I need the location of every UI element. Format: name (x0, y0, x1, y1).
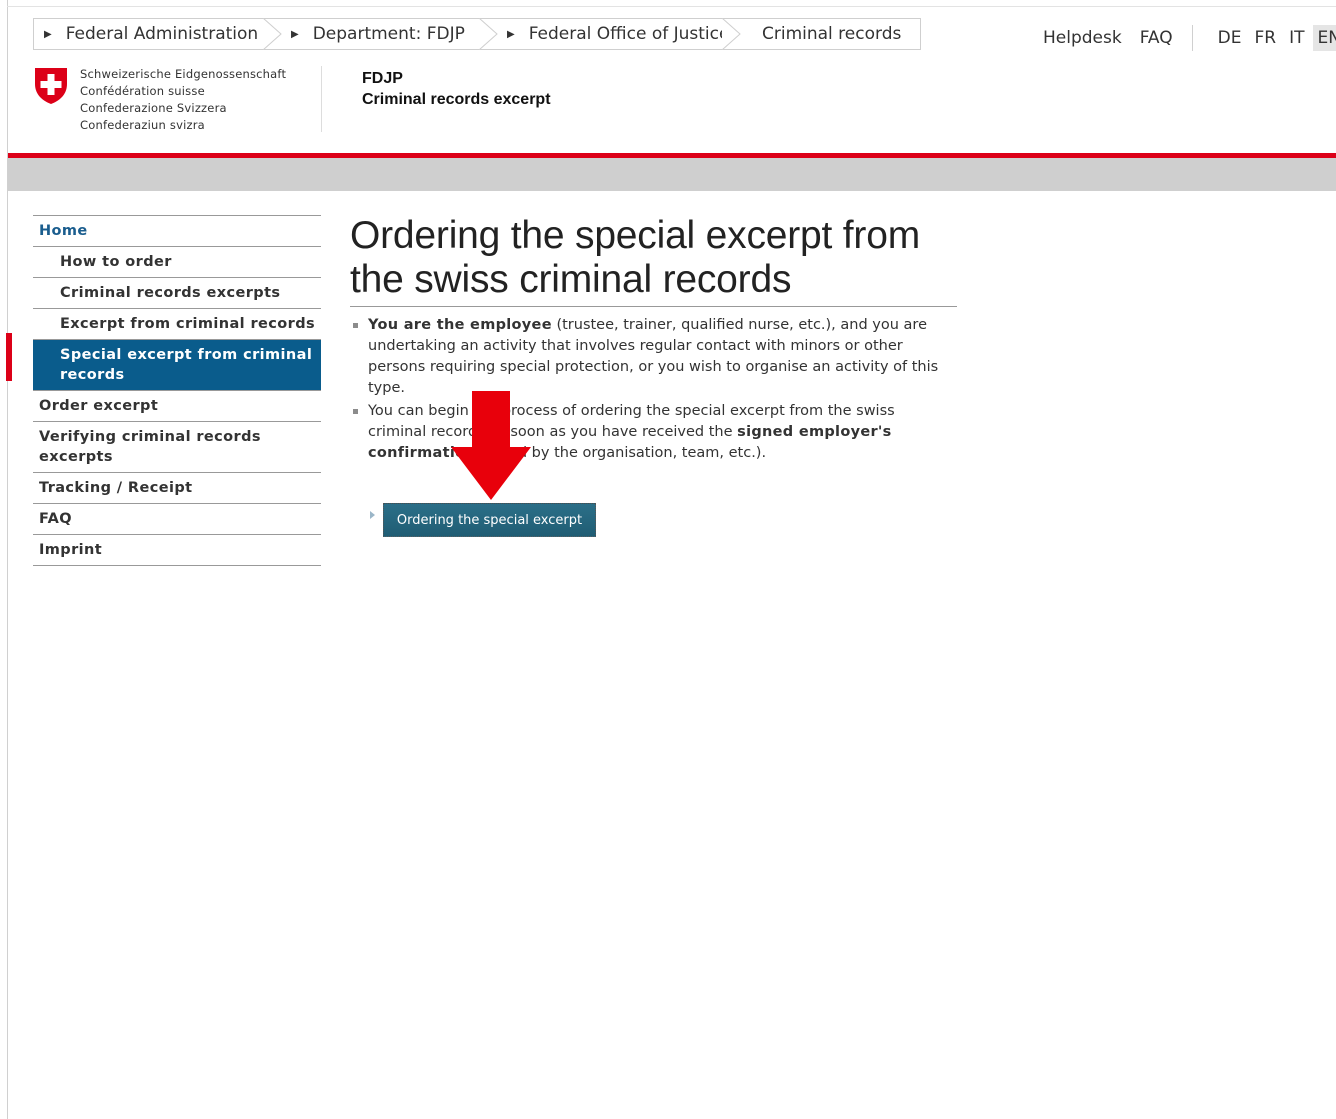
sidebar-item-imprint[interactable]: Imprint (33, 535, 321, 566)
breadcrumb-item-federal-administration[interactable]: ▶ Federal Administration (34, 18, 283, 50)
department-title: FDJP Criminal records excerpt (362, 68, 551, 110)
order-button-wrapper: Ordering the special excerpt (370, 503, 596, 537)
red-arrow-down-icon (451, 391, 531, 500)
sidebar-item-special-excerpt[interactable]: Special excerpt from criminal records (33, 340, 321, 391)
sidebar-item-order-excerpt[interactable]: Order excerpt (33, 391, 321, 422)
language-en-link[interactable]: EN (1312, 25, 1336, 51)
ordering-special-excerpt-button[interactable]: Ordering the special excerpt (383, 503, 596, 537)
sidebar-item-how-to-order[interactable]: How to order (33, 247, 321, 278)
logo-line: Confédération suisse (80, 84, 205, 98)
triangle-right-icon: ▶ (44, 28, 52, 40)
sidebar-item-verifying-excerpts[interactable]: Verifying criminal records excerpts (33, 422, 321, 473)
logo-line: Schweizerische Eidgenossenschaft (80, 67, 287, 81)
confederation-names: Schweizerische Eidgenossenschaft Confédé… (80, 66, 286, 134)
info-list: You are the employee (trustee, trainer, … (352, 315, 957, 466)
swiss-confederation-logo[interactable]: Schweizerische Eidgenossenschaft Confédé… (33, 66, 286, 134)
department-name: Criminal records excerpt (362, 91, 551, 108)
helpdesk-link[interactable]: Helpdesk (1043, 28, 1122, 48)
triangle-right-icon: ▶ (507, 28, 515, 40)
divider (321, 66, 322, 132)
sidebar-item-criminal-records-excerpts[interactable]: Criminal records excerpts (33, 278, 321, 309)
logo-line: Confederazione Svizzera (80, 101, 227, 115)
chevron-separator-icon (720, 18, 742, 50)
breadcrumb-item-department[interactable]: ▶ Department: FDJP (281, 18, 499, 50)
sidebar-nav: Home How to order Criminal records excer… (33, 215, 321, 566)
sidebar-item-faq[interactable]: FAQ (33, 504, 321, 535)
top-links: Helpdesk FAQ DE FR IT EN (1043, 25, 1336, 51)
faq-link[interactable]: FAQ (1140, 28, 1173, 48)
emphasis-text: You are the employee (368, 317, 552, 333)
sidebar-item-home[interactable]: Home (33, 216, 321, 247)
chevron-separator-icon (261, 18, 283, 50)
active-nav-marker (6, 333, 12, 381)
triangle-right-icon: ▶ (291, 28, 299, 40)
breadcrumb: ▶ Federal Administration ▶ Department: F… (33, 18, 921, 50)
breadcrumb-label-current: Criminal records (762, 24, 902, 44)
swiss-shield-icon (35, 68, 67, 104)
breadcrumb-label: Federal Administration (65, 24, 259, 44)
list-item: You can begin the process of ordering th… (352, 401, 957, 464)
sidebar-item-excerpt-from-criminal-records[interactable]: Excerpt from criminal records (33, 309, 321, 340)
chevron-separator-icon (477, 18, 499, 50)
breadcrumb-item-federal-office-of-justice[interactable]: ▶ Federal Office of Justice (497, 18, 742, 50)
language-it-link[interactable]: IT (1284, 25, 1309, 51)
page-border-top (7, 6, 1336, 7)
page-title: Ordering the special excerpt from the sw… (350, 214, 957, 307)
logo-line: Confederaziun svizra (80, 118, 205, 132)
triangle-right-icon (370, 511, 375, 519)
breadcrumb-item-criminal-records: Criminal records (740, 19, 912, 49)
breadcrumb-label: Department: FDJP (312, 24, 465, 44)
language-fr-link[interactable]: FR (1250, 25, 1282, 51)
sidebar-item-tracking-receipt[interactable]: Tracking / Receipt (33, 473, 321, 504)
divider (1191, 25, 1193, 51)
header-grey-bar (8, 158, 1336, 191)
language-de-link[interactable]: DE (1213, 25, 1247, 51)
breadcrumb-label: Federal Office of Justice (528, 24, 730, 44)
department-abbr: FDJP (362, 70, 403, 87)
list-item: You are the employee (trustee, trainer, … (352, 315, 957, 399)
